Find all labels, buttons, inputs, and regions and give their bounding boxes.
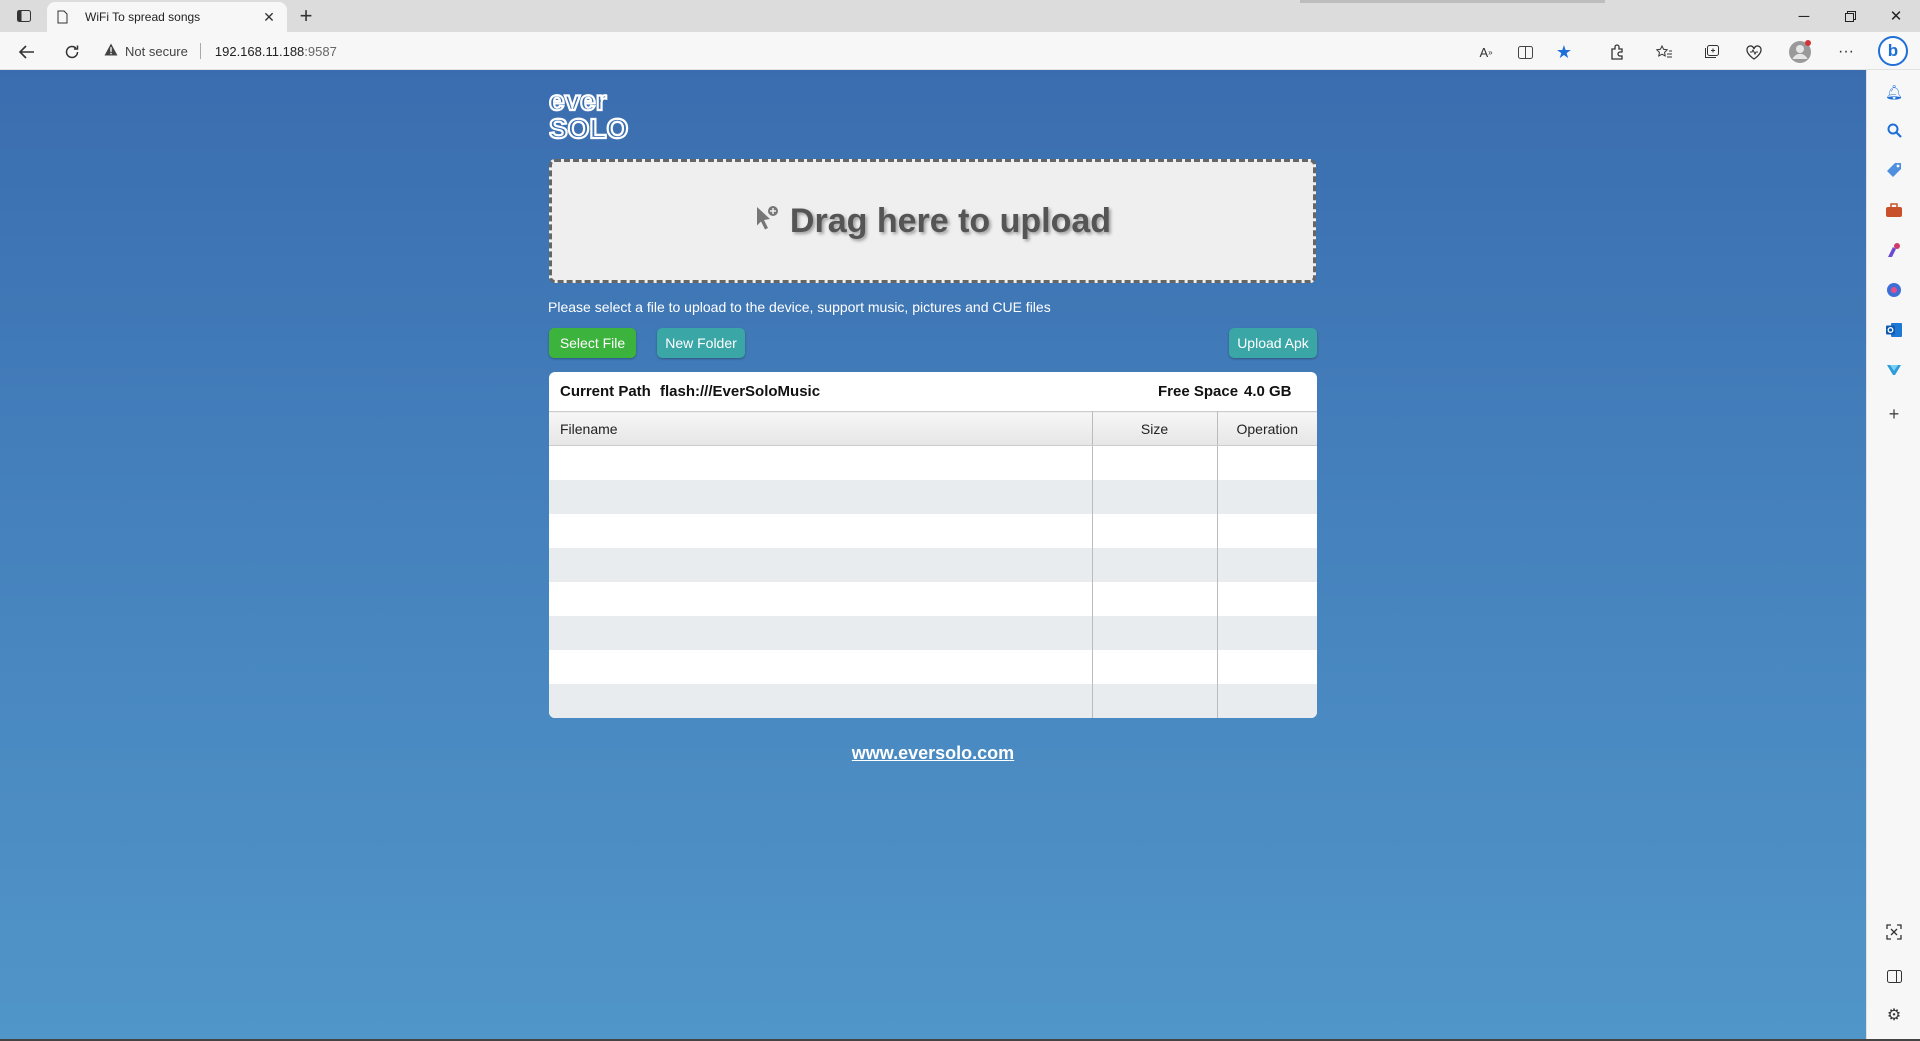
tab-actions-icon[interactable] — [12, 6, 36, 26]
eversolo-logo: ever SOLO — [549, 88, 629, 140]
table-header-row: Filename Size Operation — [549, 411, 1317, 446]
minimize-icon[interactable]: ─ — [1782, 0, 1826, 32]
favorites-icon[interactable] — [1651, 39, 1677, 65]
panel-header: Current Path flash:///EverSoloMusic Free… — [549, 372, 1317, 411]
column-filename[interactable]: Filename — [549, 411, 1093, 446]
extensions-icon[interactable] — [1604, 39, 1630, 65]
new-folder-button[interactable]: New Folder — [657, 328, 745, 358]
favorite-star-icon[interactable]: ★ — [1551, 39, 1577, 65]
dropzone-text: Drag here to upload — [789, 201, 1112, 240]
browser-essentials-icon[interactable] — [1741, 39, 1767, 65]
close-icon[interactable]: ✕ — [1874, 0, 1918, 32]
hide-sidebar-icon[interactable] — [1884, 966, 1904, 986]
upload-apk-button[interactable]: Upload Apk — [1229, 328, 1317, 358]
settings-icon[interactable]: ⚙ — [1884, 1005, 1904, 1025]
upload-dropzone[interactable]: Drag here to upload — [549, 159, 1316, 283]
svg-text:ever: ever — [549, 88, 607, 116]
new-tab-button[interactable]: + — [293, 3, 319, 28]
cursor-upload-icon — [754, 204, 780, 239]
free-space-value: 4.0 GB — [1244, 383, 1292, 400]
table-row — [549, 479, 1317, 514]
search-icon[interactable] — [1884, 120, 1904, 140]
tab-close-icon[interactable]: ✕ — [261, 9, 277, 26]
read-aloud-icon[interactable]: A» — [1473, 39, 1499, 65]
current-path-value: flash:///EverSoloMusic — [660, 383, 821, 400]
more-icon[interactable]: ··· — [1833, 39, 1859, 65]
split-screen-icon[interactable] — [1512, 39, 1538, 65]
column-operation: Operation — [1217, 411, 1317, 446]
tab-strip-overflow — [1300, 0, 1605, 3]
bell-icon[interactable]: 🔔︎ — [1884, 82, 1904, 102]
browser-tab[interactable]: WiFi To spread songs ✕ — [47, 2, 287, 32]
games-icon[interactable] — [1884, 240, 1904, 260]
column-size[interactable]: Size — [1092, 411, 1218, 446]
eversolo-website-link[interactable]: www.eversolo.com — [0, 743, 1866, 764]
table-row — [549, 649, 1317, 684]
address-bar[interactable]: Not secure 192.168.11.188:9587 — [104, 35, 337, 67]
shopping-tag-icon[interactable] — [1884, 160, 1904, 180]
select-file-button[interactable]: Select File — [549, 328, 636, 358]
browser-toolbar: Not secure 192.168.11.188:9587 A» ★ ··· — [0, 32, 1920, 70]
table-row — [549, 513, 1317, 548]
url-host: 192.168.11.188 — [214, 43, 305, 59]
bing-chat-icon[interactable]: b — [1878, 36, 1908, 66]
file-browser-panel: Current Path flash:///EverSoloMusic Free… — [549, 372, 1317, 718]
table-row — [549, 445, 1317, 480]
table-row — [549, 615, 1317, 650]
current-path-label: Current Path — [560, 383, 651, 400]
table-row — [549, 581, 1317, 616]
drop-icon[interactable] — [1884, 360, 1904, 380]
security-label[interactable]: Not secure — [125, 44, 188, 59]
profile-icon[interactable] — [1787, 39, 1813, 65]
tools-icon[interactable] — [1884, 200, 1904, 220]
address-divider — [199, 43, 201, 59]
svg-text:SOLO: SOLO — [549, 113, 628, 140]
table-row — [549, 683, 1317, 718]
tab-bar: WiFi To spread songs ✕ + ─ ✕ — [0, 0, 1920, 32]
upload-page: ever SOLO Drag here to upload Please sel… — [0, 70, 1866, 1039]
outlook-icon[interactable] — [1884, 320, 1904, 340]
url-port: :9587 — [304, 43, 337, 59]
page-icon — [57, 9, 71, 25]
file-table: Filename Size Operation — [549, 411, 1317, 718]
collections-icon[interactable] — [1698, 39, 1724, 65]
edge-sidebar: 🔔︎ + ⚙ — [1866, 70, 1920, 1041]
tab-title: WiFi To spread songs — [85, 10, 201, 24]
screenshot-icon[interactable] — [1884, 922, 1904, 942]
free-space-label: Free Space — [1158, 383, 1239, 400]
table-row — [549, 547, 1317, 582]
refresh-icon[interactable] — [59, 39, 85, 65]
restore-icon[interactable] — [1828, 0, 1872, 32]
add-icon[interactable]: + — [1884, 404, 1904, 424]
microsoft365-icon[interactable] — [1884, 280, 1904, 300]
back-icon[interactable] — [14, 39, 40, 65]
upload-hint: Please select a file to upload to the de… — [548, 299, 1051, 315]
warning-icon[interactable] — [104, 43, 118, 59]
